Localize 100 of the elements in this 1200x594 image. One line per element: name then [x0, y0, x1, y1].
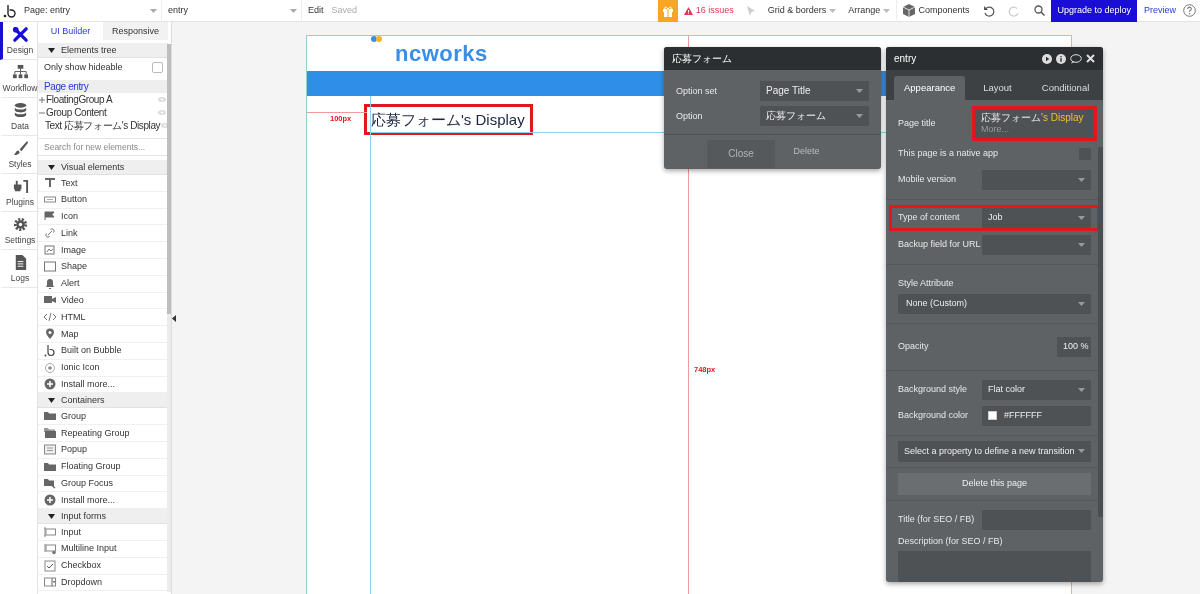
toolbar-menu[interactable]: Grid & borders	[761, 0, 843, 22]
field-label: Background color	[898, 410, 970, 421]
field-label: Option set	[676, 85, 719, 97]
undo-icon[interactable]	[983, 4, 996, 17]
builder-tab[interactable]: Responsive	[103, 22, 168, 40]
caret-icon	[829, 8, 837, 13]
plus-circle-icon	[44, 494, 56, 507]
sidebar-tab[interactable]: Logs	[0, 250, 37, 288]
square-icon	[44, 260, 56, 273]
tree-item[interactable]: Page entry	[38, 80, 168, 93]
panel-tab[interactable]: Layout	[973, 76, 1022, 100]
eye-icon[interactable]	[158, 110, 166, 115]
brush-icon	[11, 139, 29, 157]
components-button[interactable]: Components	[896, 0, 976, 22]
tree-item[interactable]: Group Content	[38, 106, 168, 119]
caret-icon	[1078, 215, 1085, 220]
field-label: Title (for SEO / FB)	[898, 514, 976, 525]
sidebar-tab[interactable]: Settings	[0, 212, 37, 250]
folders-icon	[44, 427, 56, 440]
eye-icon[interactable]	[158, 97, 166, 102]
dropdown-field[interactable]	[982, 234, 1091, 255]
sidebar-tab[interactable]: Workflow	[0, 60, 37, 98]
issues-link[interactable]: 16 issues	[677, 0, 740, 22]
section-header[interactable]: Containers	[38, 393, 168, 409]
upgrade-button[interactable]: Upgrade to deploy	[1051, 0, 1137, 22]
preview-link[interactable]: Preview	[1137, 0, 1183, 22]
field-label: Mobile version	[898, 174, 958, 186]
color-field[interactable]: #FFFFFF	[982, 405, 1091, 426]
play-icon[interactable]	[1042, 53, 1052, 64]
panel-tab[interactable]: Conditional	[1031, 76, 1100, 100]
field-label: Opacity	[898, 341, 930, 352]
toolbar-menu[interactable]: Arrange	[842, 0, 897, 22]
folder-icon	[44, 460, 56, 473]
field-label: Style Attribute	[898, 277, 955, 289]
dropdown-field[interactable]	[982, 169, 1091, 190]
caret-icon	[856, 89, 863, 93]
section-header[interactable]: Elements tree	[38, 43, 168, 58]
dropdown-field[interactable]: Flat color	[982, 379, 1091, 400]
text-area[interactable]	[898, 551, 1091, 582]
field-label: Page title	[898, 118, 937, 129]
warning-icon	[683, 6, 693, 15]
edit-menu[interactable]: Edit	[302, 0, 330, 22]
scrollbar[interactable]	[1098, 147, 1103, 517]
search-icon[interactable]	[1034, 5, 1046, 16]
bubble-logo-icon[interactable]	[3, 3, 17, 18]
caret-icon	[1078, 387, 1085, 392]
caret-icon	[290, 8, 297, 13]
folder-icon	[44, 410, 56, 423]
field-label: Option	[676, 110, 704, 122]
section-header[interactable]: Input forms	[38, 509, 168, 525]
sidebar-tab[interactable]: Data	[0, 98, 37, 136]
expression-field[interactable]: 応募フォーム's Display More...	[975, 109, 1094, 138]
logo-dots-icon	[371, 36, 382, 42]
radio-icon	[44, 361, 56, 374]
comment-icon[interactable]	[1070, 53, 1082, 64]
field-label: Description (for SEO / FB)	[898, 535, 1004, 547]
sidebar-tab[interactable]: Plugins	[0, 174, 37, 212]
caret-icon	[883, 8, 891, 13]
field-label: Type of content	[898, 212, 961, 224]
element-dropdown[interactable]: entry	[162, 0, 302, 22]
code-icon	[44, 311, 56, 324]
caret-icon	[1078, 449, 1085, 454]
image-icon	[44, 244, 56, 257]
delete-page-button[interactable]: Delete this page	[898, 472, 1091, 495]
cube-icon	[903, 4, 916, 17]
help-icon[interactable]	[1183, 4, 1196, 17]
dropdown-field[interactable]: None (Custom)	[898, 293, 1091, 314]
bell-icon	[44, 277, 56, 290]
link-icon	[44, 227, 56, 240]
redo-icon[interactable]	[1008, 4, 1021, 17]
scrollbar[interactable]	[167, 44, 171, 592]
section-header[interactable]: Visual elements	[38, 160, 168, 175]
minus-icon[interactable]	[39, 109, 45, 116]
plus-icon[interactable]	[39, 96, 45, 103]
button-icon	[44, 193, 56, 206]
panel-tab[interactable]: Appearance	[894, 76, 966, 100]
page-dropdown[interactable]: Page: entry	[20, 0, 162, 22]
dropdown-field[interactable]: Job	[982, 207, 1091, 228]
collapse-arrow-icon[interactable]	[172, 315, 176, 322]
plus-circle-icon	[44, 378, 56, 391]
pin-icon	[44, 328, 56, 341]
checkbox-label: Only show hideable	[44, 62, 123, 73]
dropdown-field[interactable]: Select a property to define a new transition	[898, 440, 1091, 462]
tools-icon	[11, 25, 29, 43]
dropdown-field[interactable]: 応募フォーム	[760, 106, 869, 126]
dropdown-field[interactable]: Page Title	[760, 81, 869, 101]
cursor-icon[interactable]	[745, 4, 756, 17]
sidebar-tab[interactable]: Styles	[0, 136, 37, 174]
tree-item[interactable]: FloatingGroup A	[38, 93, 168, 106]
close-icon[interactable]	[1086, 54, 1095, 63]
caret-icon	[1078, 242, 1085, 247]
caret-icon	[856, 114, 863, 118]
checkbox[interactable]	[152, 62, 163, 73]
panel-title: entry	[894, 52, 917, 65]
number-field[interactable]: 100 %	[1057, 336, 1091, 357]
checkbox-icon	[44, 559, 56, 572]
multiline-input-icon	[44, 542, 56, 555]
info-icon[interactable]	[1056, 53, 1066, 64]
gift-button[interactable]	[657, 0, 678, 22]
caret-icon	[1078, 301, 1085, 306]
